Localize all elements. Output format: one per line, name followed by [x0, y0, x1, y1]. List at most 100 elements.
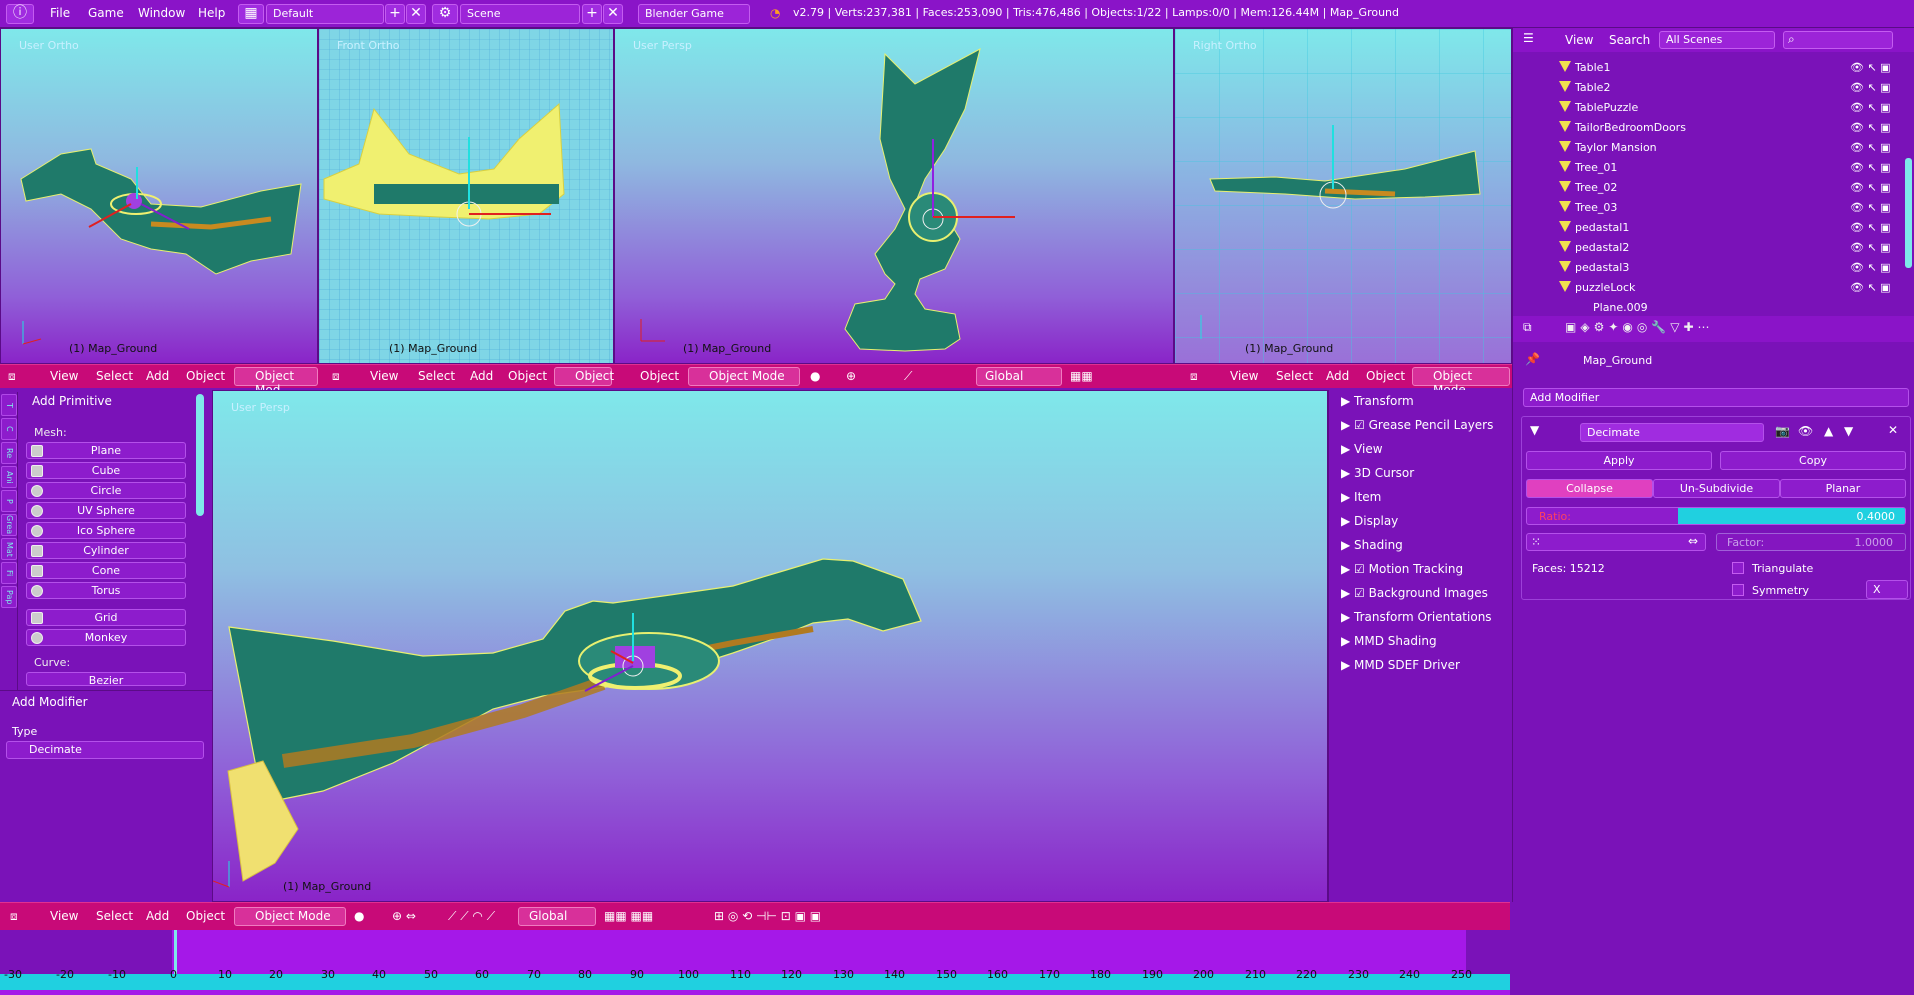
collapse-arrow-icon[interactable]: ▼: [1530, 423, 1539, 437]
menu-view[interactable]: View: [50, 909, 78, 923]
ratio-slider[interactable]: Ratio: 0.4000: [1526, 507, 1906, 525]
visibility-icon[interactable]: 👁 ↖ ▣: [1850, 141, 1891, 154]
menu-select[interactable]: Select: [1276, 369, 1313, 383]
editor-type-icon[interactable]: ⧈: [10, 909, 18, 924]
np-display[interactable]: ▶ Display: [1341, 514, 1398, 528]
display-mode-select[interactable]: All Scenes: [1659, 31, 1775, 49]
viewport-front-ortho[interactable]: Front Ortho (1) Map_Ground: [318, 28, 614, 364]
scrollbar[interactable]: [1905, 158, 1912, 268]
np-item[interactable]: ▶ Item: [1341, 490, 1381, 504]
editor-type-icon[interactable]: ☰: [1523, 31, 1534, 45]
np-3d-cursor[interactable]: ▶ 3D Cursor: [1341, 466, 1414, 480]
editor-type-icon[interactable]: ⧉: [1523, 320, 1532, 335]
viewport-right-ortho[interactable]: Right Ortho (1) Map_Ground: [1174, 28, 1512, 364]
outliner-row[interactable]: pedastal3 👁 ↖ ▣: [1513, 258, 1914, 278]
mode-select[interactable]: Object Mode: [234, 907, 346, 926]
type-select[interactable]: Decimate: [6, 741, 204, 759]
render-engine-select[interactable]: Blender Game: [638, 4, 750, 24]
menu-game[interactable]: Game: [88, 6, 124, 20]
move-up-icon[interactable]: ▲: [1824, 424, 1833, 438]
menu-object[interactable]: Object: [508, 369, 547, 383]
layers-icon[interactable]: ▦▦ ▦▦: [604, 909, 653, 923]
tab-relations[interactable]: Re: [1, 442, 17, 464]
add-layout-button[interactable]: +: [385, 4, 405, 24]
add-cylinder-button[interactable]: Cylinder: [26, 542, 186, 559]
menu-object[interactable]: Object: [186, 909, 225, 923]
np-motion-tracking[interactable]: ▶ ☑ Motion Tracking: [1341, 562, 1463, 576]
symmetry-checkbox[interactable]: [1732, 584, 1744, 596]
add-torus-button[interactable]: Torus: [26, 582, 186, 599]
add-cube-button[interactable]: Cube: [26, 462, 186, 479]
context-tabs-icon[interactable]: ▣◈⚙✦◉◎🔧▽✚⋯: [1565, 320, 1714, 334]
mode-unsubdivide-button[interactable]: Un-Subdivide: [1653, 479, 1780, 498]
outliner-row[interactable]: Tree_02 👁 ↖ ▣: [1513, 178, 1914, 198]
np-transform[interactable]: ▶ Transform: [1341, 394, 1414, 408]
add-bezier-button[interactable]: Bezier: [26, 672, 186, 686]
symmetry-axis-select[interactable]: X: [1866, 580, 1908, 599]
outliner-row[interactable]: TailorBedroomDoors 👁 ↖ ▣: [1513, 118, 1914, 138]
viewport-user-ortho[interactable]: User Ortho (1) Map_Ground: [0, 28, 318, 364]
visibility-icon[interactable]: 👁 ↖ ▣: [1850, 161, 1891, 174]
pivot-icon[interactable]: ⊕: [846, 369, 856, 383]
orientation-select[interactable]: Global: [518, 907, 596, 926]
shading-icon[interactable]: ●: [354, 909, 364, 923]
tab-grease-pencil[interactable]: Grea: [1, 514, 17, 536]
menu-view[interactable]: View: [1565, 33, 1593, 47]
outliner-row[interactable]: Tree_03 👁 ↖ ▣: [1513, 198, 1914, 218]
np-mmd-shading[interactable]: ▶ MMD Shading: [1341, 634, 1437, 648]
visibility-icon[interactable]: 👁 ↖ ▣: [1850, 281, 1891, 294]
menu-select[interactable]: Select: [418, 369, 455, 383]
menu-object[interactable]: Object: [640, 369, 679, 383]
add-circle-button[interactable]: Circle: [26, 482, 186, 499]
menu-view[interactable]: View: [50, 369, 78, 383]
apply-button[interactable]: Apply: [1526, 451, 1712, 470]
add-scene-button[interactable]: +: [582, 4, 602, 24]
np-transform-orientations[interactable]: ▶ Transform Orientations: [1341, 610, 1492, 624]
add-plane-button[interactable]: Plane: [26, 442, 186, 459]
np-background-images[interactable]: ▶ ☑ Background Images: [1341, 586, 1488, 600]
outliner-row[interactable]: Taylor Mansion 👁 ↖ ▣: [1513, 138, 1914, 158]
visibility-icon[interactable]: 👁 ↖ ▣: [1850, 121, 1891, 134]
vertex-group-field[interactable]: ⁙: [1526, 533, 1706, 551]
visibility-icon[interactable]: 👁 ↖ ▣: [1850, 81, 1891, 94]
menu-view[interactable]: View: [370, 369, 398, 383]
menu-add[interactable]: Add: [1326, 369, 1349, 383]
info-editor-icon[interactable]: ⓘ: [6, 4, 34, 24]
operator-title[interactable]: Add Modifier: [12, 695, 88, 709]
menu-select[interactable]: Select: [96, 369, 133, 383]
add-monkey-button[interactable]: Monkey: [26, 629, 186, 646]
menu-search[interactable]: Search: [1609, 33, 1650, 47]
menu-select[interactable]: Select: [96, 909, 133, 923]
manipulator-icon[interactable]: ⟋: [904, 369, 912, 384]
pin-icon[interactable]: 📌: [1525, 352, 1540, 366]
remove-layout-button[interactable]: ✕: [406, 4, 426, 24]
editor-type-icon[interactable]: ⧈: [1190, 369, 1198, 384]
tab-paper[interactable]: Pap: [1, 586, 17, 608]
tab-physics[interactable]: P: [1, 490, 17, 512]
scrollbar[interactable]: [196, 394, 204, 516]
add-cone-button[interactable]: Cone: [26, 562, 186, 579]
tab-create[interactable]: C: [1, 418, 17, 440]
mode-planar-button[interactable]: Planar: [1780, 479, 1906, 498]
timeline[interactable]: [0, 930, 1510, 995]
scene-field[interactable]: Scene: [460, 4, 580, 24]
visibility-icon[interactable]: 👁 ↖ ▣: [1850, 61, 1891, 74]
remove-scene-button[interactable]: ✕: [603, 4, 623, 24]
render-toggle-icon[interactable]: 📷: [1775, 424, 1790, 438]
menu-help[interactable]: Help: [198, 6, 225, 20]
triangulate-checkbox[interactable]: [1732, 562, 1744, 574]
editor-type-icon[interactable]: ⧈: [332, 369, 340, 384]
outliner-row[interactable]: puzzleLock 👁 ↖ ▣: [1513, 278, 1914, 298]
menu-add[interactable]: Add: [146, 909, 169, 923]
panel-title[interactable]: Add Primitive: [32, 394, 112, 408]
visibility-icon[interactable]: 👁 ↖ ▣: [1850, 201, 1891, 214]
tab-tools[interactable]: T: [1, 394, 17, 416]
orientation-select[interactable]: Global: [976, 367, 1062, 386]
remove-modifier-icon[interactable]: ✕: [1888, 423, 1898, 437]
visibility-icon[interactable]: 👁 ↖ ▣: [1850, 101, 1891, 114]
outliner-row[interactable]: pedastal2 👁 ↖ ▣: [1513, 238, 1914, 258]
layers-icon[interactable]: ▦▦: [1070, 369, 1093, 383]
menu-view[interactable]: View: [1230, 369, 1258, 383]
editor-type-icon[interactable]: ⧈: [8, 369, 16, 384]
search-input[interactable]: ⌕: [1783, 31, 1893, 49]
